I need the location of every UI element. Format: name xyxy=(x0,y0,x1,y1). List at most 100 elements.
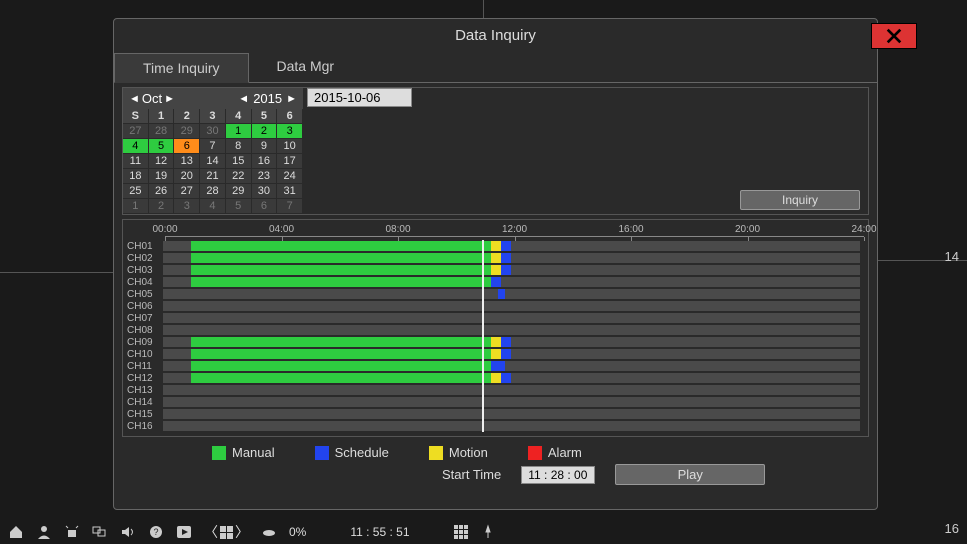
month-prev-button[interactable]: ◄ xyxy=(127,93,142,105)
cal-day[interactable]: 7 xyxy=(277,199,303,214)
inquiry-button[interactable]: Inquiry xyxy=(740,190,860,210)
segment-schedule xyxy=(491,361,505,371)
channel-bar[interactable] xyxy=(163,421,860,431)
play-icon[interactable] xyxy=(176,524,192,540)
cal-day[interactable]: 29 xyxy=(226,184,252,199)
layout-grid-icon[interactable] xyxy=(220,526,233,539)
year-prev-button[interactable]: ◄ xyxy=(236,93,251,105)
cal-day[interactable]: 31 xyxy=(277,184,303,199)
pin-icon[interactable] xyxy=(480,524,496,540)
segment-manual xyxy=(191,349,491,359)
channel-bar[interactable] xyxy=(163,265,860,275)
cal-day[interactable]: 22 xyxy=(226,169,252,184)
cal-day[interactable]: 17 xyxy=(277,154,303,169)
cal-day[interactable]: 5 xyxy=(226,199,252,214)
cal-day[interactable]: 28 xyxy=(149,124,175,139)
cal-day[interactable]: 11 xyxy=(123,154,149,169)
window-title: Data Inquiry xyxy=(114,19,877,52)
play-button[interactable]: Play xyxy=(615,464,765,485)
channel-bar[interactable] xyxy=(163,241,860,251)
segment-motion xyxy=(491,373,501,383)
cloud-icon[interactable] xyxy=(261,524,277,540)
calendar-month: Oct xyxy=(142,91,162,106)
cal-day[interactable]: 10 xyxy=(277,139,303,154)
channel-bar[interactable] xyxy=(163,349,860,359)
tab-time-inquiry[interactable]: Time Inquiry xyxy=(114,53,249,83)
channel-label: CH11 xyxy=(125,361,163,372)
channel-bar[interactable] xyxy=(163,301,860,311)
channel-row: CH01 xyxy=(125,240,864,252)
cal-day[interactable]: 6 xyxy=(174,139,200,154)
cal-day[interactable]: 26 xyxy=(149,184,175,199)
channel-bar[interactable] xyxy=(163,385,860,395)
date-input[interactable] xyxy=(307,88,412,107)
cal-day[interactable]: 5 xyxy=(149,139,175,154)
home-icon[interactable] xyxy=(8,524,24,540)
cal-day[interactable]: 18 xyxy=(123,169,149,184)
cal-day[interactable]: 30 xyxy=(200,124,226,139)
cal-day-header: 1 xyxy=(149,109,175,124)
cal-day[interactable]: 14 xyxy=(200,154,226,169)
layout-prev-button[interactable]: 〈 xyxy=(204,522,218,542)
channel-bar[interactable] xyxy=(163,289,860,299)
footer-toolbar: ? 〈 〉 0% 11 : 55 : 51 xyxy=(0,520,967,544)
channel-row: CH10 xyxy=(125,348,864,360)
cal-day[interactable]: 3 xyxy=(277,124,303,139)
year-next-button[interactable]: ► xyxy=(284,93,299,105)
playhead-cursor[interactable] xyxy=(482,240,484,432)
channel-label: CH04 xyxy=(125,277,163,288)
segment-motion xyxy=(491,337,501,347)
cal-day[interactable]: 8 xyxy=(226,139,252,154)
close-button[interactable] xyxy=(871,23,917,49)
cal-day[interactable]: 15 xyxy=(226,154,252,169)
cal-day[interactable]: 29 xyxy=(174,124,200,139)
cal-day[interactable]: 28 xyxy=(200,184,226,199)
top-panel: ◄ Oct ► ◄ 2015 ► S1234562728293012345678… xyxy=(122,87,869,215)
cal-day[interactable]: 2 xyxy=(252,124,278,139)
cal-day[interactable]: 9 xyxy=(252,139,278,154)
cal-day[interactable]: 20 xyxy=(174,169,200,184)
volume-icon[interactable] xyxy=(120,524,136,540)
channel-bar[interactable] xyxy=(163,253,860,263)
cal-day[interactable]: 4 xyxy=(200,199,226,214)
channel-bar[interactable] xyxy=(163,277,860,287)
monitors-icon[interactable] xyxy=(92,524,108,540)
segment-manual xyxy=(191,337,491,347)
channel-bar[interactable] xyxy=(163,325,860,335)
cal-day[interactable]: 1 xyxy=(123,199,149,214)
user-icon[interactable] xyxy=(36,524,52,540)
cal-day[interactable]: 6 xyxy=(252,199,278,214)
channel-bar[interactable] xyxy=(163,361,860,371)
cal-day[interactable]: 3 xyxy=(174,199,200,214)
cal-day[interactable]: 19 xyxy=(149,169,175,184)
cal-day[interactable]: 7 xyxy=(200,139,226,154)
channel-bar[interactable] xyxy=(163,313,860,323)
channel-bar[interactable] xyxy=(163,337,860,347)
cal-day[interactable]: 16 xyxy=(252,154,278,169)
channel-bar[interactable] xyxy=(163,409,860,419)
month-next-button[interactable]: ► xyxy=(162,93,177,105)
cal-day[interactable]: 1 xyxy=(226,124,252,139)
channel-bar[interactable] xyxy=(163,373,860,383)
tab-data-mgr[interactable]: Data Mgr xyxy=(249,52,363,82)
cal-day[interactable]: 30 xyxy=(252,184,278,199)
cal-day[interactable]: 25 xyxy=(123,184,149,199)
channel-bar[interactable] xyxy=(163,397,860,407)
cal-day[interactable]: 24 xyxy=(277,169,303,184)
cal-day[interactable]: 13 xyxy=(174,154,200,169)
channel-label: CH08 xyxy=(125,325,163,336)
cal-day[interactable]: 23 xyxy=(252,169,278,184)
cal-day[interactable]: 27 xyxy=(174,184,200,199)
cal-day[interactable]: 12 xyxy=(149,154,175,169)
layout-next-button[interactable]: 〉 xyxy=(235,522,249,542)
channel-label: CH14 xyxy=(125,397,163,408)
alarm-icon[interactable] xyxy=(64,524,80,540)
cal-day[interactable]: 2 xyxy=(149,199,175,214)
info-icon[interactable]: ? xyxy=(148,524,164,540)
start-time-input[interactable] xyxy=(521,466,595,484)
cal-day[interactable]: 4 xyxy=(123,139,149,154)
cal-day[interactable]: 27 xyxy=(123,124,149,139)
cal-day[interactable]: 21 xyxy=(200,169,226,184)
qr-icon[interactable] xyxy=(454,525,468,539)
footer-percent: 0% xyxy=(289,525,306,539)
